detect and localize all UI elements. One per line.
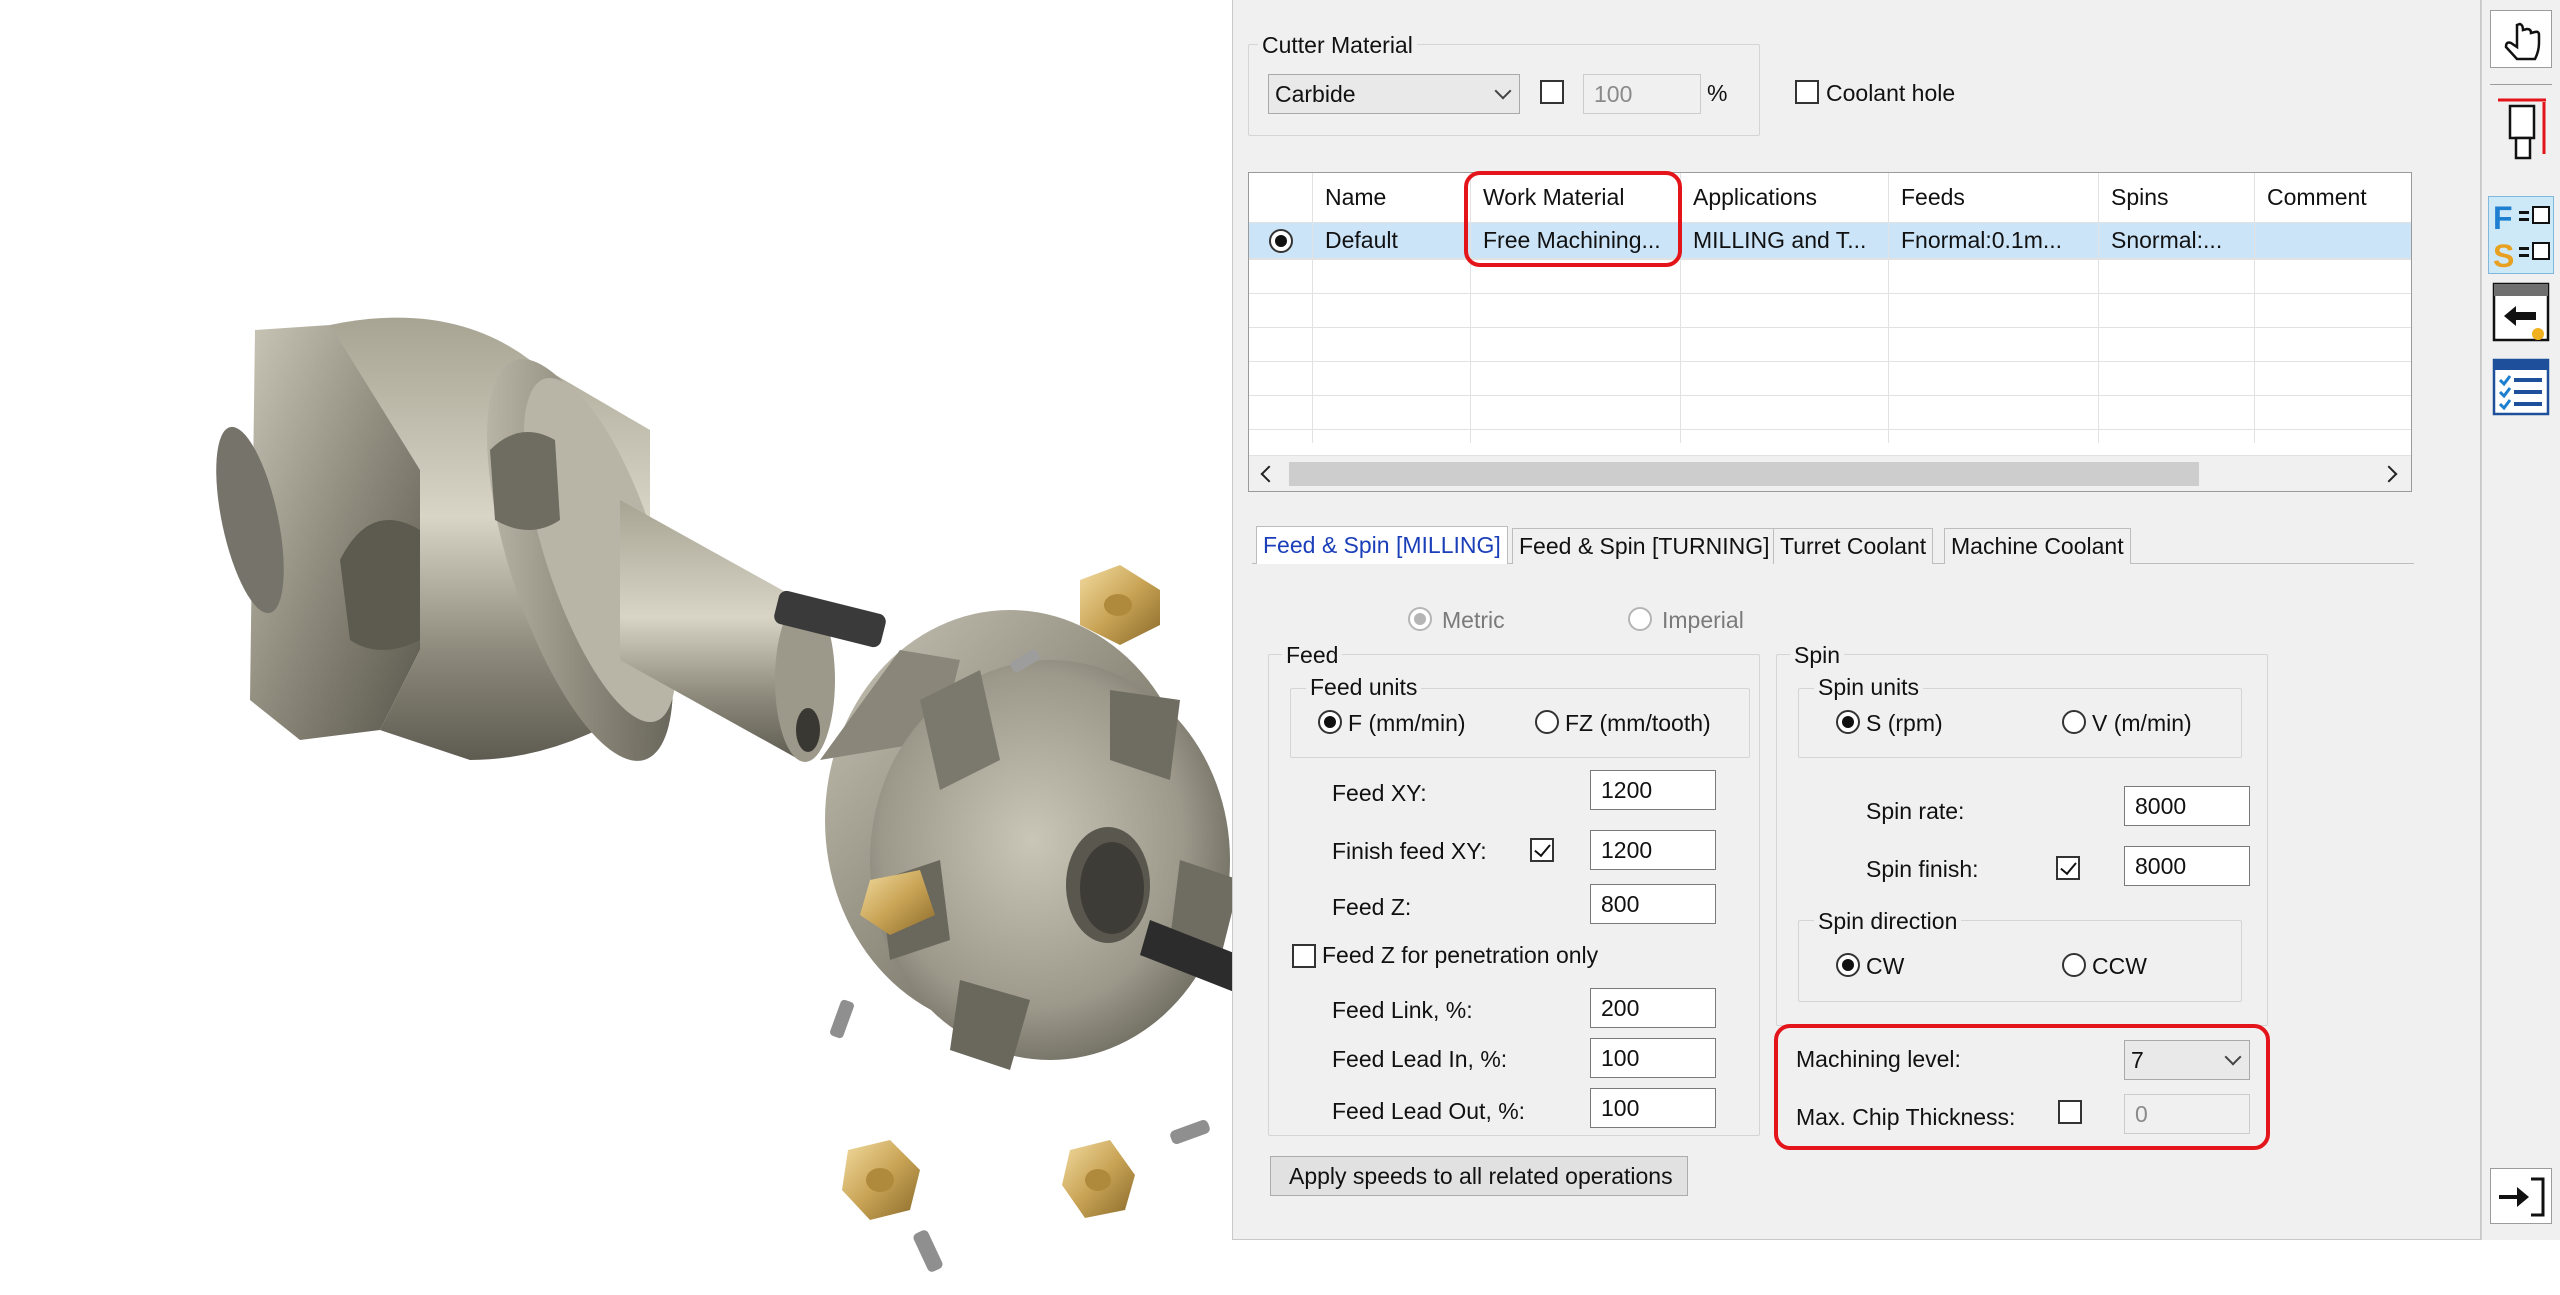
feed-lead-out-field[interactable]: 100 (1590, 1088, 1716, 1128)
coolant-hole-checkbox[interactable] (1795, 80, 1819, 104)
spin-finish-label: Spin finish: (1866, 856, 1979, 882)
row-selected-indicator (1268, 228, 1293, 253)
feed-link-label: Feed Link, %: (1332, 997, 1473, 1023)
checklist-icon[interactable] (2490, 356, 2552, 420)
spin-cw-label: CW (1866, 953, 1905, 979)
column-header-feeds[interactable]: Feeds (1889, 173, 2099, 223)
spin-unit-s-label: S (rpm) (1866, 710, 1943, 736)
horizontal-scrollbar[interactable] (1249, 455, 2411, 491)
feed-unit-f-radio[interactable] (1318, 710, 1342, 734)
tool-holder-icon[interactable] (2490, 280, 2552, 346)
work-material-table[interactable]: Name Work Material Applications Feeds Sp… (1248, 172, 2412, 492)
spin-group-title: Spin (1790, 642, 1845, 669)
scroll-right-icon[interactable] (2380, 465, 2398, 483)
imperial-label: Imperial (1662, 607, 1744, 633)
finish-feed-xy-field[interactable]: 1200 (1590, 830, 1716, 870)
toolbar-separator (2490, 84, 2552, 85)
feed-unit-f-label: F (mm/min) (1348, 710, 1466, 736)
feed-z-field[interactable]: 800 (1590, 884, 1716, 924)
hand-pointer-icon[interactable] (2490, 10, 2552, 68)
svg-text:S: S (2493, 238, 2514, 274)
tab-feed-spin-turning[interactable]: Feed & Spin [TURNING] (1512, 528, 1777, 564)
empty-rows (1249, 259, 2411, 443)
feed-link-field[interactable]: 200 (1590, 988, 1716, 1028)
spin-unit-v-radio[interactable] (2062, 710, 2086, 734)
material-percent-field[interactable]: 100 (1583, 74, 1701, 114)
spin-direction-title: Spin direction (1814, 908, 1962, 935)
tool-dimension-icon[interactable] (2490, 94, 2552, 194)
apply-speeds-button[interactable]: Apply speeds to all related operations (1270, 1156, 1688, 1196)
feed-group-title: Feed (1282, 642, 1343, 669)
spin-unit-v-label: V (m/min) (2092, 710, 2192, 736)
row-selector[interactable] (1249, 223, 1313, 259)
exit-arrow-icon[interactable] (2490, 1168, 2552, 1224)
table-cell-name[interactable]: Default (1313, 223, 1471, 259)
finish-feed-xy-label: Finish feed XY: (1332, 838, 1487, 864)
column-header-comment[interactable]: Comment (2255, 173, 2411, 223)
table-cell-applications[interactable]: MILLING and T... (1681, 223, 1889, 259)
tool-holder (216, 317, 835, 762)
scrollbar-thumb[interactable] (1289, 462, 2199, 486)
spin-ccw-label: CCW (2092, 953, 2147, 979)
machining-level-highlight (1774, 1024, 2270, 1150)
tab-machine-coolant[interactable]: Machine Coolant (1944, 528, 2131, 564)
spin-cw-radio[interactable] (1836, 953, 1860, 977)
tab-feed-spin-milling[interactable]: Feed & Spin [MILLING] (1256, 526, 1508, 564)
table-cell-spins[interactable]: Snormal:... (2099, 223, 2255, 259)
feed-lead-out-label: Feed Lead Out, %: (1332, 1098, 1526, 1124)
tab-turret-coolant[interactable]: Turret Coolant (1773, 528, 1934, 564)
cutter-material-title: Cutter Material (1258, 32, 1417, 59)
scroll-left-icon[interactable] (1260, 465, 1278, 483)
cutter-material-select[interactable]: Carbide (1268, 74, 1520, 114)
svg-text:F: F (2493, 200, 2513, 236)
spin-units-title: Spin units (1814, 674, 1924, 701)
percent-unit: % (1707, 80, 1728, 106)
work-material-highlight (1464, 171, 1682, 267)
feed-z-label: Feed Z: (1332, 894, 1412, 920)
spin-ccw-radio[interactable] (2062, 953, 2086, 977)
feed-lead-in-field[interactable]: 100 (1590, 1038, 1716, 1078)
column-header-applications[interactable]: Applications (1681, 173, 1889, 223)
metric-radio[interactable] (1408, 607, 1432, 631)
spin-rate-field[interactable]: 8000 (2124, 786, 2250, 826)
finish-feed-xy-checkbox[interactable] (1530, 838, 1554, 862)
feed-z-penetration-label: Feed Z for penetration only (1322, 942, 1599, 968)
spin-unit-s-radio[interactable] (1836, 710, 1860, 734)
cutter-body (820, 610, 1240, 1070)
spin-finish-field[interactable]: 8000 (2124, 846, 2250, 886)
imperial-radio[interactable] (1628, 607, 1652, 631)
cutter-material-value: Carbide (1275, 80, 1356, 107)
column-header-name[interactable]: Name (1313, 173, 1471, 223)
feed-xy-field[interactable]: 1200 (1590, 770, 1716, 810)
feed-unit-fz-radio[interactable] (1535, 710, 1559, 734)
table-cell-comment[interactable] (2255, 223, 2411, 259)
face-mill-assembly-illustration (216, 317, 1340, 1272)
spin-rate-label: Spin rate: (1866, 798, 1965, 824)
coolant-hole-label: Coolant hole (1826, 80, 1956, 106)
feed-z-penetration-checkbox[interactable] (1292, 944, 1316, 968)
metric-label: Metric (1442, 607, 1505, 633)
feed-spin-icon[interactable]: F S (2488, 196, 2554, 274)
feed-unit-fz-label: FZ (mm/tooth) (1565, 710, 1711, 736)
feed-xy-label: Feed XY: (1332, 780, 1427, 806)
feed-lead-in-label: Feed Lead In, %: (1332, 1046, 1508, 1072)
feed-units-title: Feed units (1306, 674, 1422, 701)
column-header-spins[interactable]: Spins (2099, 173, 2255, 223)
table-cell-feeds[interactable]: Fnormal:0.1m... (1889, 223, 2099, 259)
spin-finish-checkbox[interactable] (2056, 856, 2080, 880)
material-percent-checkbox[interactable] (1540, 80, 1564, 104)
chevron-down-icon (1494, 82, 1512, 100)
row-selector-header (1249, 173, 1313, 223)
